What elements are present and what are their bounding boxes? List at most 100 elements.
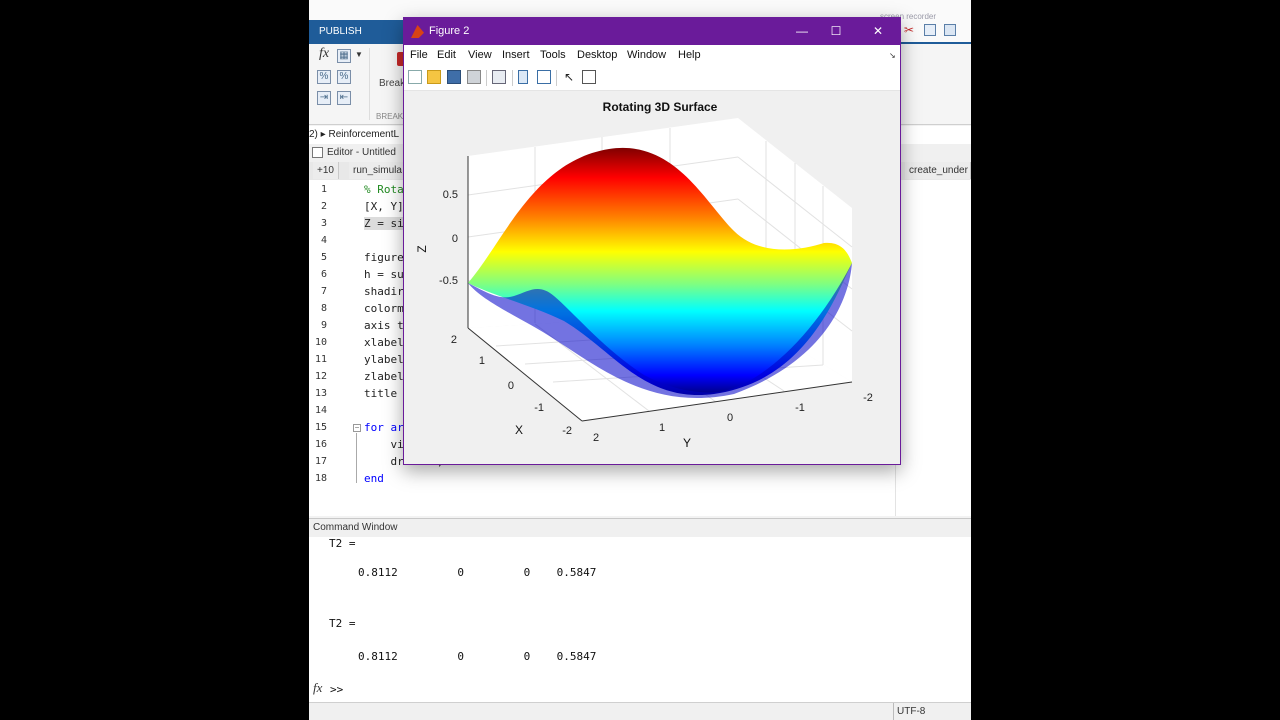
command-window[interactable]: T2 = 0.8112 0 0 0.5847 T2 = 0.8112 0 0 0.58… xyxy=(309,537,971,702)
menu-window[interactable]: Window xyxy=(627,49,666,61)
z-tick-label: 0 xyxy=(452,233,458,245)
dock-arrow-icon[interactable]: ↘ xyxy=(889,51,896,60)
menu-insert[interactable]: Insert xyxy=(502,49,530,61)
command-output-line: 0.8112 0 0 0.5847 xyxy=(358,650,597,663)
tab-create-under[interactable]: create_under xyxy=(905,162,971,179)
figure-title-bar[interactable]: Figure 2 — ☐ ✕ xyxy=(404,18,900,45)
editor-side-panel xyxy=(895,180,971,516)
breakpoints-section-label: BREAK xyxy=(376,112,404,121)
paste-icon[interactable] xyxy=(944,24,956,36)
code-line[interactable]: Z = si xyxy=(364,217,404,230)
z-tick-label: 0.5 xyxy=(443,189,458,201)
breadcrumb-path[interactable]: 2) ▸ ReinforcementL xyxy=(309,129,399,140)
insert-section-icon[interactable]: ▦ xyxy=(337,49,351,63)
command-prompt[interactable]: >> xyxy=(330,683,343,696)
menu-desktop[interactable]: Desktop xyxy=(577,49,617,61)
code-line[interactable]: title xyxy=(364,387,397,400)
toolbar-divider xyxy=(486,70,487,86)
print-icon[interactable] xyxy=(467,70,481,84)
toolbar-divider xyxy=(556,70,557,86)
menu-tools[interactable]: Tools xyxy=(540,49,566,61)
code-line[interactable]: [X, Y] xyxy=(364,200,404,213)
line-number: 14 xyxy=(314,405,327,416)
print-preview-icon[interactable] xyxy=(492,70,506,84)
surface-plot[interactable]: Rotating 3D Surface 0.5 0 -0.5 Z 2 1 0 -… xyxy=(404,91,900,464)
code-line[interactable]: % Rota xyxy=(364,183,404,196)
code-line[interactable]: colorm xyxy=(364,302,404,315)
smart-indent-icon[interactable]: ⇤ xyxy=(337,91,351,105)
link-plot-icon[interactable] xyxy=(518,70,528,84)
code-line[interactable]: xlabel xyxy=(364,336,404,349)
indent-icon[interactable]: ⇥ xyxy=(317,91,331,105)
menu-help[interactable]: Help xyxy=(678,49,701,61)
z-axis-label: Z xyxy=(415,245,429,252)
editor-title: Editor - Untitled xyxy=(327,147,396,158)
insert-legend-icon[interactable] xyxy=(537,70,551,84)
status-divider xyxy=(893,703,894,720)
status-bar: UTF-8 xyxy=(309,702,971,720)
line-number: 1 xyxy=(320,184,327,195)
code-line[interactable]: vi xyxy=(364,438,403,451)
line-number: 18 xyxy=(314,473,327,484)
code-line[interactable]: shadir xyxy=(364,285,404,298)
plot-title: Rotating 3D Surface xyxy=(603,100,718,114)
y-tick-label: -1 xyxy=(795,402,805,414)
command-output-line: 0.8112 0 0 0.5847 xyxy=(358,566,597,579)
menu-view[interactable]: View xyxy=(468,49,492,61)
line-number: 6 xyxy=(320,269,327,280)
line-number: 3 xyxy=(320,218,327,229)
new-file-icon[interactable] xyxy=(408,70,422,84)
command-window-title-bar: Command Window xyxy=(309,518,971,538)
property-editor-icon[interactable] xyxy=(582,70,596,84)
figure-title: Figure 2 xyxy=(429,25,470,37)
line-number: 5 xyxy=(320,252,327,263)
pointer-icon[interactable]: ↖ xyxy=(564,70,578,84)
fold-toggle-icon[interactable]: − xyxy=(353,424,361,432)
figure-canvas[interactable]: Rotating 3D Surface 0.5 0 -0.5 Z 2 1 0 -… xyxy=(404,91,900,464)
tab-publish[interactable]: PUBLISH xyxy=(319,26,362,37)
line-number: 12 xyxy=(314,371,327,382)
ribbon-divider xyxy=(369,48,370,120)
tab-run-simula[interactable]: run_simula xyxy=(349,162,405,179)
chevron-down-icon[interactable]: ▼ xyxy=(355,50,363,59)
code-line[interactable]: zlabel xyxy=(364,370,404,383)
x-tick-label: -2 xyxy=(562,425,572,437)
breakpoints-button[interactable]: Break xyxy=(379,78,405,89)
line-number: 11 xyxy=(314,354,327,365)
z-tick-label: -0.5 xyxy=(439,275,458,287)
x-tick-label: 1 xyxy=(479,355,485,367)
y-axis-label: Y xyxy=(683,436,691,450)
command-window-title: Command Window xyxy=(313,522,398,533)
maximize-icon[interactable]: ☐ xyxy=(826,23,846,39)
fx-icon[interactable]: fx xyxy=(317,47,331,62)
comment-icon[interactable]: % xyxy=(317,70,331,84)
code-line[interactable]: end xyxy=(364,472,384,485)
tab-overflow[interactable]: +10 xyxy=(313,162,339,179)
fold-line xyxy=(356,433,357,483)
fx-icon[interactable]: fx xyxy=(313,680,322,696)
line-number: 10 xyxy=(314,337,327,348)
uncomment-icon[interactable]: % xyxy=(337,70,351,84)
figure-toolbar: ↖ xyxy=(404,66,900,91)
minimize-icon[interactable]: — xyxy=(792,23,812,39)
line-number: 17 xyxy=(314,456,327,467)
close-icon[interactable]: ✕ xyxy=(868,23,888,39)
y-tick-label: -2 xyxy=(863,392,873,404)
code-line[interactable]: axis t xyxy=(364,319,404,332)
y-tick-label: 0 xyxy=(727,412,733,424)
line-number: 2 xyxy=(320,201,327,212)
code-line[interactable]: for ar xyxy=(364,421,404,434)
cut-icon[interactable]: ✂ xyxy=(904,24,916,36)
toolbar-divider xyxy=(512,70,513,86)
save-icon[interactable] xyxy=(447,70,461,84)
code-line[interactable]: ylabel xyxy=(364,353,404,366)
code-line[interactable]: h = su xyxy=(364,268,404,281)
menu-file[interactable]: File xyxy=(410,49,428,61)
x-tick-label: 2 xyxy=(451,334,457,346)
code-line[interactable]: figure xyxy=(364,251,404,264)
open-folder-icon[interactable] xyxy=(427,70,441,84)
menu-edit[interactable]: Edit xyxy=(437,49,456,61)
editor-icon xyxy=(312,147,323,158)
figure-window[interactable]: Figure 2 — ☐ ✕ File Edit View Insert Too… xyxy=(403,17,901,465)
copy-icon[interactable] xyxy=(924,24,936,36)
